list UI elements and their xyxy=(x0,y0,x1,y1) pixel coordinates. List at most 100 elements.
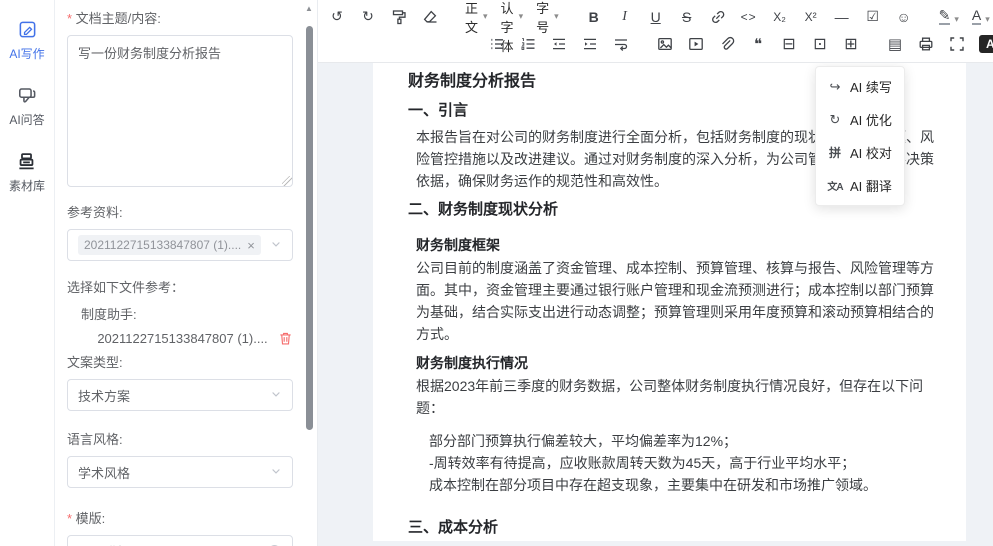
task-list-icon[interactable]: ☑ xyxy=(864,7,882,27)
sidebar-item-ai-writing[interactable]: AI写作 xyxy=(9,20,44,62)
delete-file-icon[interactable] xyxy=(278,331,293,346)
continue-writing-icon: ↪ xyxy=(827,79,843,95)
link-icon[interactable] xyxy=(709,7,727,27)
line-break-icon[interactable] xyxy=(612,34,630,54)
scrollbar-thumb[interactable] xyxy=(306,26,313,430)
paragraph-style-dropdown[interactable]: 正文 ▾ xyxy=(465,0,488,36)
subscript-icon[interactable]: X₂ xyxy=(771,7,789,27)
reference-select[interactable]: 2021122715133847807 (1).... × xyxy=(67,229,293,261)
font-color-icon: A xyxy=(972,8,981,25)
menu-item-label: AI 续写 xyxy=(850,77,892,96)
sidebar-item-label: 素材库 xyxy=(9,177,45,194)
insert-table-icon[interactable]: ⊞ xyxy=(842,34,860,54)
file-group-label: 制度助手: xyxy=(81,304,293,323)
highlight-pen-icon: ✎ xyxy=(939,8,951,25)
ai-tools-button[interactable]: AI ▾ xyxy=(979,35,993,53)
menu-item-ai-continue[interactable]: ↪ AI 续写 xyxy=(816,70,904,103)
style-value: 学术风格 xyxy=(78,463,130,482)
divider-block-icon[interactable]: ⊟ xyxy=(780,34,798,54)
menu-item-label: AI 翻译 xyxy=(850,176,892,195)
emoji-icon[interactable]: ☺ xyxy=(895,7,913,27)
menu-item-label: AI 优化 xyxy=(850,110,892,129)
scroll-up-icon[interactable]: ▲ xyxy=(305,4,313,13)
editor-content-background: 财务制度分析报告 一、引言 本报告旨在对公司的财务制度进行全面分析，包括财务制度… xyxy=(318,63,993,546)
doc-type-value: 技术方案 xyxy=(78,386,130,405)
form-scrollbar[interactable]: ▲ xyxy=(303,0,316,546)
document-paragraph[interactable]: 公司目前的制度涵盖了资金管理、成本控制、预算管理、核算与报告、风险管理等方面。其… xyxy=(408,257,940,345)
caret-down-icon: ▾ xyxy=(954,14,959,25)
horizontal-rule-icon[interactable]: — xyxy=(833,7,851,27)
chevron-down-icon xyxy=(270,238,282,253)
embed-icon[interactable]: ▤ xyxy=(886,34,904,54)
library-icon xyxy=(17,152,36,174)
editor-area: ↺ ↻ 正文 ▾ 默认字体 ▾ 字号 ▾ B I U xyxy=(318,0,993,546)
template-label: 模版: xyxy=(67,508,293,527)
indent-icon[interactable] xyxy=(581,34,599,54)
chevron-down-icon xyxy=(270,465,282,480)
doc-pen-icon xyxy=(18,20,37,42)
blockquote-icon[interactable]: ❝ xyxy=(749,34,767,54)
document-heading[interactable]: 三、成本分析 xyxy=(408,517,940,539)
ai-tools-menu: ↪ AI 续写 ↻ AI 优化 拼 AI 校对 文A AI 翻译 xyxy=(815,66,905,206)
format-painter-icon[interactable] xyxy=(390,7,408,27)
bullet-list-icon[interactable] xyxy=(488,34,506,54)
topic-input[interactable]: 写一份财务制度分析报告 xyxy=(67,35,293,187)
optimize-icon: ↻ xyxy=(827,112,843,128)
style-label: 语言风格: xyxy=(67,429,293,448)
translate-icon: 文A xyxy=(827,178,843,193)
superscript-icon[interactable]: X² xyxy=(802,7,820,27)
document-subheading[interactable]: 财务制度执行情况 xyxy=(408,352,940,374)
insert-video-icon[interactable] xyxy=(687,34,705,54)
font-size-dropdown[interactable]: 字号 ▾ xyxy=(536,0,559,36)
ordered-list-icon[interactable] xyxy=(519,34,537,54)
highlight-color-dropdown[interactable]: ✎ ▾ xyxy=(939,8,959,25)
sidebar-item-ai-qa[interactable]: AI问答 xyxy=(9,86,44,128)
font-size-value: 字号 xyxy=(536,0,549,36)
reference-tag-text: 2021122715133847807 (1).... xyxy=(84,238,241,252)
sidebar-item-label: AI写作 xyxy=(9,45,44,62)
code-block-icon[interactable]: ⊡ xyxy=(811,34,829,54)
sidebar-item-material-library[interactable]: 素材库 xyxy=(9,152,45,194)
referenced-file-name: 2021122715133847807 (1).... xyxy=(87,331,278,346)
remove-tag-icon[interactable]: × xyxy=(247,239,255,252)
ai-button-label: AI xyxy=(986,37,993,51)
fullscreen-icon[interactable] xyxy=(948,34,966,54)
reference-tag: 2021122715133847807 (1).... × xyxy=(78,235,261,255)
clear-format-icon[interactable] xyxy=(421,7,439,27)
document-list-item[interactable]: 部分部门预算执行偏差较大，平均偏差率为12%； xyxy=(429,430,940,452)
inline-code-icon[interactable]: <> xyxy=(740,7,758,27)
document-paragraph[interactable]: 根据2023年前三季度的财务数据，公司整体财务制度执行情况良好，但存在以下问题： xyxy=(408,375,940,419)
redo-icon[interactable]: ↻ xyxy=(359,7,377,27)
bold-icon[interactable]: B xyxy=(585,7,603,27)
document-subheading[interactable]: 财务制度框架 xyxy=(408,234,940,256)
print-icon[interactable] xyxy=(917,34,935,54)
strikethrough-icon[interactable]: S xyxy=(678,7,696,27)
menu-item-ai-proofread[interactable]: 拼 AI 校对 xyxy=(816,136,904,169)
document-list-item[interactable]: -周转效率有待提高，应收账款周转天数为45天，高于行业平均水平； xyxy=(429,452,940,474)
italic-icon[interactable]: I xyxy=(616,7,634,27)
menu-item-ai-translate[interactable]: 文A AI 翻译 xyxy=(816,169,904,202)
doc-type-select[interactable]: 技术方案 xyxy=(67,379,293,411)
underline-icon[interactable]: U xyxy=(647,7,665,27)
sidebar-item-label: AI问答 xyxy=(9,111,44,128)
insert-image-icon[interactable] xyxy=(656,34,674,54)
app-sidebar: AI写作 AI问答 素材库 xyxy=(0,0,55,546)
doc-type-label: 文案类型: xyxy=(67,352,293,371)
reference-label: 参考资料: xyxy=(67,202,293,221)
template-select[interactable]: 通用模板 xyxy=(67,535,293,546)
outdent-icon[interactable] xyxy=(550,34,568,54)
chevron-down-icon xyxy=(270,388,282,403)
proofread-icon: 拼 xyxy=(827,144,843,161)
document-list-item[interactable]: 成本控制在部分项目中存在超支现象，主要集中在研发和市场推广领域。 xyxy=(429,474,940,496)
caret-down-icon: ▾ xyxy=(985,14,990,25)
attachment-icon[interactable] xyxy=(718,34,736,54)
style-select[interactable]: 学术风格 xyxy=(67,456,293,488)
paragraph-style-value: 正文 xyxy=(465,0,478,36)
writing-settings-panel: 文档主题/内容: 写一份财务制度分析报告 参考资料: 2021122715133… xyxy=(55,0,318,546)
template-value: 通用模板 xyxy=(78,542,130,546)
font-color-dropdown[interactable]: A ▾ xyxy=(972,8,990,25)
menu-item-ai-optimize[interactable]: ↻ AI 优化 xyxy=(816,103,904,136)
undo-icon[interactable]: ↺ xyxy=(328,7,346,27)
editor-toolbar: ↺ ↻ 正文 ▾ 默认字体 ▾ 字号 ▾ B I U xyxy=(318,0,993,63)
caret-down-icon: ▾ xyxy=(554,11,559,22)
